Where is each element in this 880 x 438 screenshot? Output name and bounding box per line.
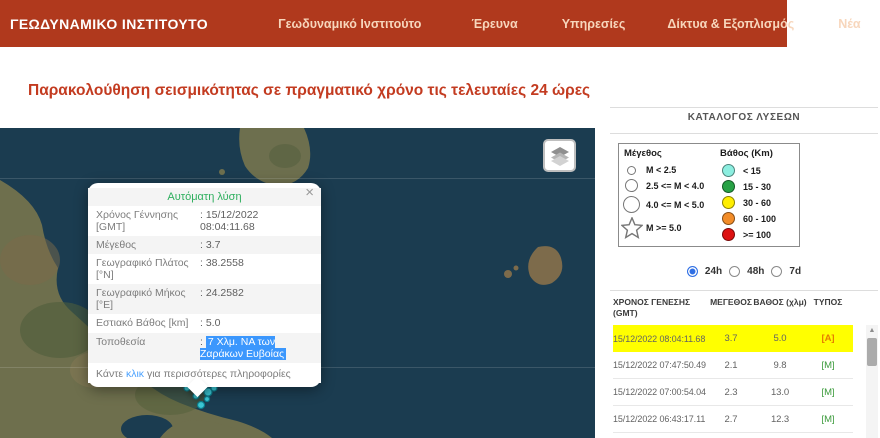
radio-7d-label[interactable]: 7d	[789, 266, 801, 277]
scroll-up-icon[interactable]: ▲	[866, 325, 878, 337]
magnitude-legend-title: Μέγεθος	[624, 148, 662, 159]
click-link[interactable]: κλικ	[126, 368, 144, 380]
type-badge: [M]	[821, 413, 835, 425]
solutions-sidebar: ΚΑΤΑΛΟΓΟΣ ΛΥΣΕΩΝ Μέγεθος M < 2.5 2.5 <= …	[610, 0, 878, 438]
events-table: 15/12/2022 08:04:11.68 3.7 5.0 [A] 15/12…	[613, 325, 853, 433]
map-legend: Μέγεθος M < 2.5 2.5 <= M < 4.0 4.0 <= M …	[618, 143, 800, 247]
medium-circle-icon	[625, 179, 638, 192]
selected-location-text: 7 Χλμ. ΝΑ των Ζαράκων Ευβοίας	[200, 335, 287, 360]
popup-row-magnitude: Μέγεθος : 3.7	[88, 236, 321, 255]
depth-legend: Βάθος (Km) < 15 15 - 30 30 - 60 60 - 100…	[720, 148, 794, 242]
legend-item: 60 - 100	[720, 212, 794, 225]
table-row[interactable]: 15/12/2022 07:47:50.49 2.1 9.8 [M]	[613, 352, 853, 379]
type-badge: [A]	[821, 333, 835, 344]
time-range-selector: 24h 48h 7d	[610, 266, 878, 277]
legend-item: 2.5 <= M < 4.0	[624, 179, 720, 192]
site-logo[interactable]: ΓΕΩΔΥΝΑΜΙΚΟ ΙΝΣΤΙΤΟΥΤΟ	[10, 16, 208, 32]
legend-item: >= 100	[720, 228, 794, 241]
popup-row-longitude: Γεωγραφικό Μήκος [°Ε] : 24.2582	[88, 284, 321, 315]
popup-row-location: Τοποθεσία : 7 Χλμ. ΝΑ των Ζαράκων Ευβοία…	[88, 332, 321, 363]
type-badge: [M]	[821, 359, 835, 371]
legend-item: 4.0 <= M < 5.0	[623, 196, 720, 213]
radio-7d[interactable]	[771, 266, 783, 277]
popup-row-depth: Εστιακό Βάθος [km] : 5.0	[96, 317, 221, 330]
divider	[610, 107, 878, 108]
table-row[interactable]: 15/12/2022 07:00:54.04 2.3 13.0 [M]	[613, 379, 853, 406]
table-scrollbar[interactable]: ▲	[866, 325, 878, 438]
type-badge: [M]	[821, 386, 835, 398]
scrollbar-thumb[interactable]	[867, 338, 877, 366]
popup-title: Αυτόματη λύση	[88, 188, 321, 206]
layers-icon	[550, 146, 569, 166]
table-row[interactable]: 15/12/2022 08:04:11.68 3.7 5.0 [A]	[613, 325, 853, 352]
depth-color-dot	[722, 212, 735, 225]
table-row[interactable]: 15/12/2022 06:43:17.11 2.7 12.3 [M]	[613, 406, 853, 433]
popup-footer: Κάντε κλικ για περισσότερες πληροφορίες	[88, 362, 321, 383]
radio-48h-label[interactable]: 48h	[747, 266, 764, 277]
popup-row-latitude: Γεωγραφικό Πλάτος [°N] : 38.2558	[96, 257, 244, 282]
radio-24h[interactable]	[686, 266, 698, 277]
menu-item-research[interactable]: Έρευνα	[471, 17, 517, 31]
large-circle-icon	[623, 196, 640, 213]
map-layers-control[interactable]	[543, 139, 576, 172]
small-circle-icon	[627, 165, 636, 175]
close-icon[interactable]: ×	[305, 185, 314, 200]
catalog-header: ΚΑΤΑΛΟΓΟΣ ΛΥΣΕΩΝ	[687, 112, 801, 123]
depth-color-dot	[722, 164, 735, 177]
star-icon	[620, 216, 644, 239]
page-title: Παρακολούθηση σεισμικότητας σε πραγματικ…	[28, 82, 591, 99]
events-table-header: ΧΡΟΝΟΣ ΓΕΝΕΣΗΣ (GMT) ΜΕΓΕΘΟΣ ΒΑΘΟΣ (χλμ)…	[613, 297, 843, 318]
divider	[610, 133, 878, 134]
radio-48h[interactable]	[729, 266, 741, 277]
radio-24h-label[interactable]: 24h	[705, 266, 722, 277]
legend-item: 15 - 30	[720, 180, 794, 193]
legend-item: 30 - 60	[720, 196, 794, 209]
depth-legend-title: Βάθος (Km)	[720, 148, 773, 159]
magnitude-legend: Μέγεθος M < 2.5 2.5 <= M < 4.0 4.0 <= M …	[620, 148, 720, 242]
popup-row-origin-time: Χρόνος Γέννησης [GMT] : 15/12/2022 08:04…	[96, 209, 259, 234]
divider	[610, 290, 878, 291]
quake-popup: × Αυτόματη λύση Χρόνος Γέννησης [GMT] : …	[88, 183, 321, 397]
depth-color-dot	[722, 228, 735, 241]
legend-item: < 15	[720, 164, 794, 177]
legend-item: M < 2.5	[624, 165, 720, 175]
seismicity-map[interactable]: × Αυτόματη λύση Χρόνος Γέννησης [GMT] : …	[0, 128, 595, 438]
depth-color-dot	[722, 196, 735, 209]
depth-color-dot	[722, 180, 735, 193]
menu-item-institute[interactable]: Γεωδυναμικό Ινστιτούτο	[278, 17, 421, 31]
legend-item: M >= 5.0	[620, 216, 720, 239]
